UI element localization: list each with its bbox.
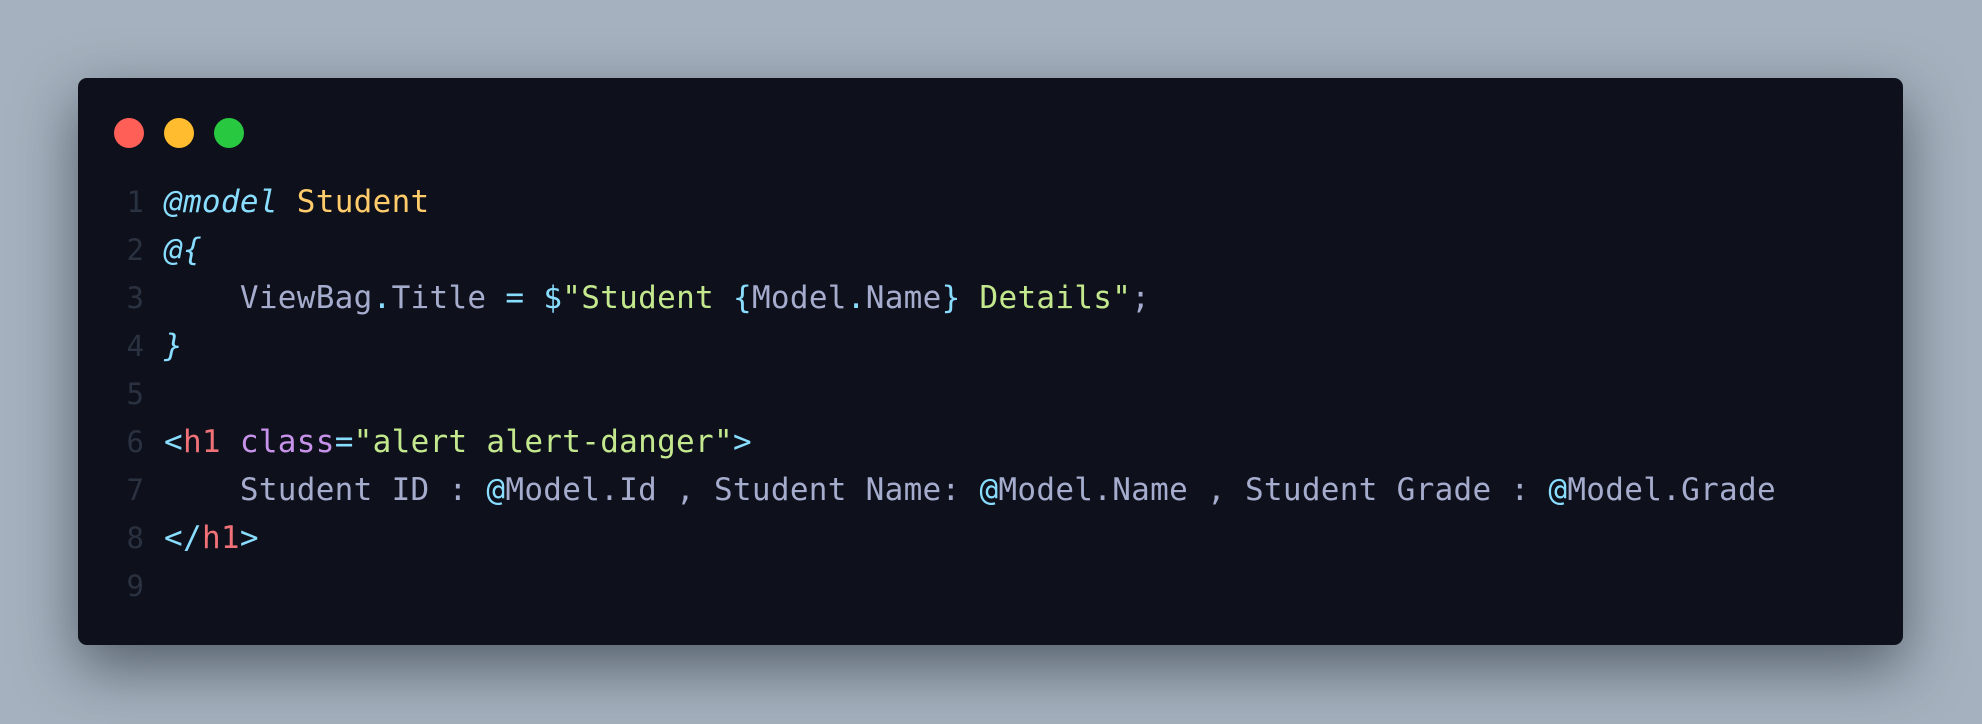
code-line: 9 bbox=[78, 562, 1903, 610]
code-line: 3 ViewBag.Title = $"Student {Model.Name}… bbox=[78, 274, 1903, 322]
code-token: . bbox=[372, 280, 392, 316]
code-token: Model.Grade bbox=[1567, 472, 1776, 508]
code-token: @ bbox=[1548, 472, 1568, 508]
code-line: 5 bbox=[78, 370, 1903, 418]
code-token: > bbox=[239, 520, 259, 556]
code-token: > bbox=[732, 424, 752, 460]
code-token: Student ID : bbox=[164, 472, 487, 508]
line-number: 6 bbox=[126, 425, 144, 459]
window-controls bbox=[114, 118, 244, 148]
code-token: = bbox=[505, 280, 525, 316]
code-line: 6 <h1 class="alert alert-danger"> bbox=[78, 418, 1903, 466]
code-token: Details" bbox=[960, 280, 1132, 316]
code-token: < bbox=[164, 424, 183, 460]
code-token: Model.Name , Student Grade : bbox=[998, 472, 1549, 508]
code-text: Student ID : @Model.Id , Student Name: @… bbox=[164, 466, 1776, 514]
code-text: </h1> bbox=[164, 514, 259, 562]
code-token: @{ bbox=[164, 232, 202, 268]
line-number: 8 bbox=[126, 521, 144, 555]
code-token: </ bbox=[164, 520, 202, 556]
line-number: 7 bbox=[126, 473, 144, 507]
line-number: 3 bbox=[126, 281, 144, 315]
code-token: Model.Id , Student Name: bbox=[505, 472, 980, 508]
code-token: } bbox=[941, 280, 961, 316]
code-token: h1 bbox=[201, 520, 240, 556]
code-text: @model Student bbox=[164, 178, 430, 226]
code-text: } bbox=[164, 322, 183, 370]
code-token: . bbox=[846, 280, 866, 316]
code-token: Name bbox=[865, 280, 942, 316]
code-window: 1 @model Student 2 @{3 ViewBag.Title = $"St… bbox=[78, 78, 1903, 645]
code-line: 2 @{ bbox=[78, 226, 1903, 274]
code-token: = bbox=[334, 424, 354, 460]
code-token: Student bbox=[296, 184, 430, 220]
code-token: Title bbox=[391, 280, 487, 316]
code-text: @{ bbox=[164, 226, 202, 274]
code-token: class bbox=[239, 424, 335, 460]
code-block: 1 @model Student 2 @{3 ViewBag.Title = $"St… bbox=[78, 178, 1903, 610]
maximize-dot-icon[interactable] bbox=[214, 118, 244, 148]
line-number: 9 bbox=[126, 569, 144, 603]
code-text: ViewBag.Title = $"Student {Model.Name} D… bbox=[164, 274, 1150, 322]
code-line: 1 @model Student bbox=[78, 178, 1903, 226]
code-line: 4} bbox=[78, 322, 1903, 370]
line-number: 4 bbox=[126, 329, 144, 363]
code-token: "Student bbox=[562, 280, 733, 316]
line-number: 1 bbox=[126, 185, 144, 219]
code-token: @model bbox=[164, 184, 278, 220]
minimize-dot-icon[interactable] bbox=[164, 118, 194, 148]
code-text: <h1 class="alert alert-danger"> bbox=[164, 418, 752, 466]
code-token: $ bbox=[543, 280, 563, 316]
code-token: { bbox=[732, 280, 752, 316]
code-token: } bbox=[164, 328, 183, 364]
line-number: 2 bbox=[126, 233, 144, 267]
code-token: Model bbox=[751, 280, 847, 316]
code-token: "alert alert-danger" bbox=[353, 424, 733, 460]
code-line: 7 Student ID : @Model.Id , Student Name:… bbox=[78, 466, 1903, 514]
code-token: ViewBag bbox=[239, 280, 373, 316]
code-line: 8 </h1> bbox=[78, 514, 1903, 562]
code-token: @ bbox=[486, 472, 506, 508]
code-token: h1 bbox=[182, 424, 221, 460]
code-token: ; bbox=[1131, 280, 1151, 316]
code-token: @ bbox=[979, 472, 999, 508]
line-number: 5 bbox=[126, 377, 144, 411]
close-dot-icon[interactable] bbox=[114, 118, 144, 148]
